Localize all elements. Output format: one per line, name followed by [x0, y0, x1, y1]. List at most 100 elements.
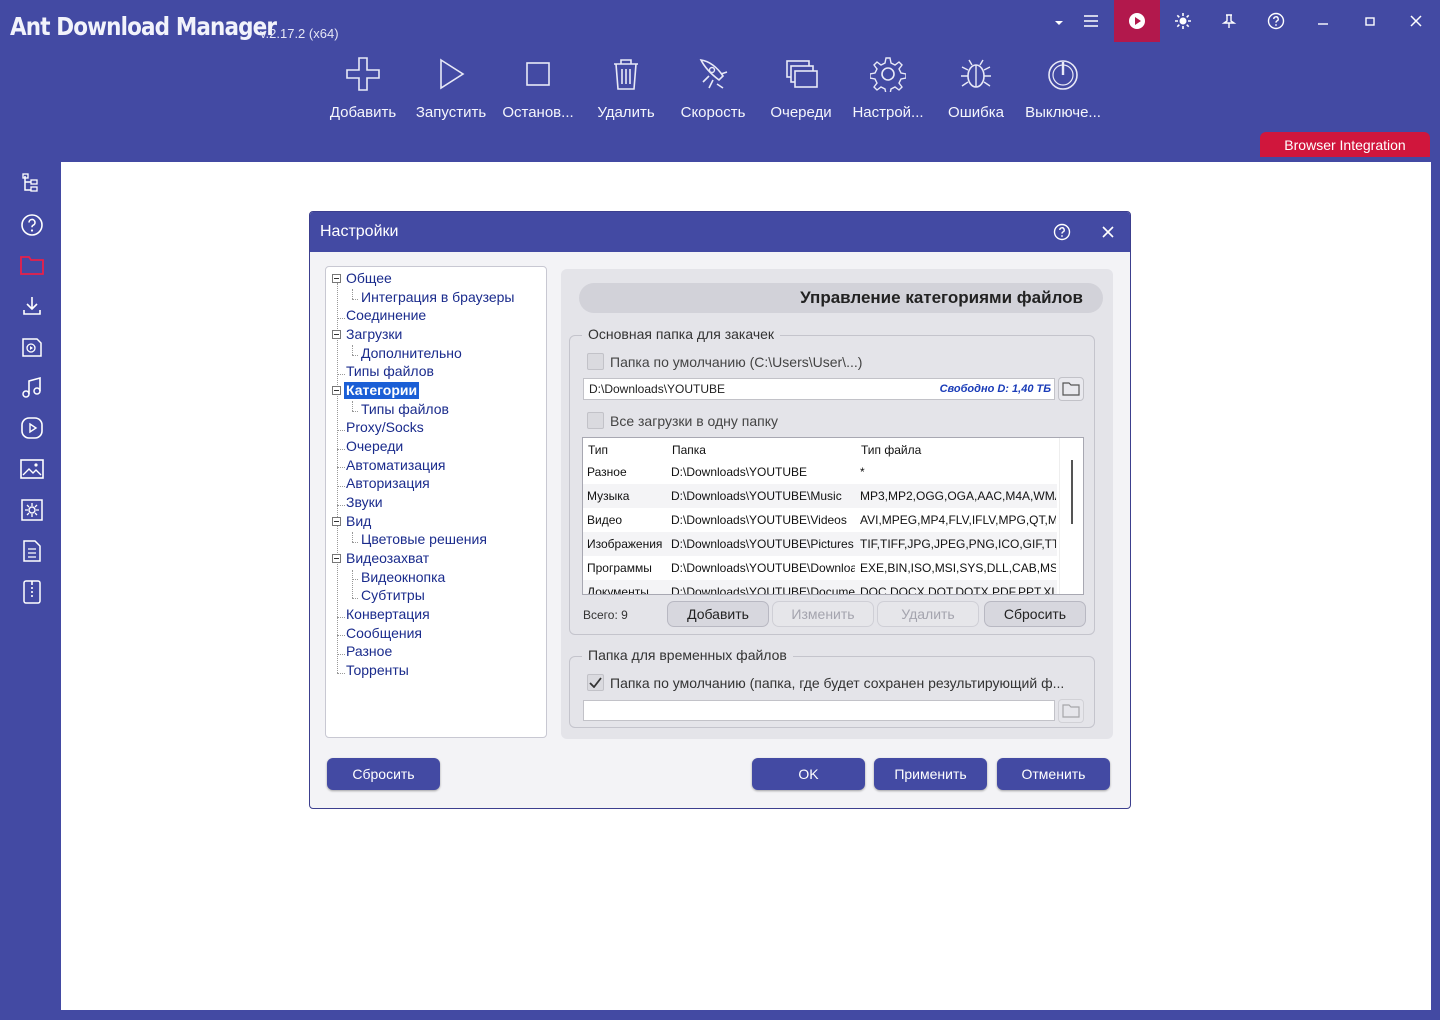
tree-collapse-toggle[interactable] [332, 554, 341, 563]
toolbar-queues-button[interactable]: Очереди [756, 56, 846, 121]
settings-dialog: Настройки Общее Интеграция в браузеры Со… [309, 211, 1131, 809]
tree-item-downloads[interactable]: Загрузки [346, 326, 402, 343]
tree-item-category-file-types[interactable]: Типы файлов [361, 401, 449, 418]
tree-item-video-button[interactable]: Видеокнопка [361, 569, 445, 586]
app-version: v.2.17.2 (x64) [260, 26, 339, 41]
dialog-reset-button[interactable]: Сбросить [327, 758, 440, 790]
tree-item-general[interactable]: Общее [346, 270, 392, 287]
table-row[interactable]: Видео D:\Downloads\YOUTUBE\Videos AVI,MP… [583, 508, 1057, 532]
total-count: Всего: 9 [583, 608, 628, 622]
table-row[interactable]: Изображения D:\Downloads\YOUTUBE\Picture… [583, 532, 1057, 556]
column-header-folder[interactable]: Папка [672, 438, 852, 462]
minimize-icon[interactable] [1300, 0, 1346, 42]
table-row[interactable]: Документы D:\Downloads\YOUTUBE\Documer D… [583, 580, 1057, 595]
scrollbar-thumb[interactable] [1071, 460, 1073, 524]
table-row[interactable]: Программы D:\Downloads\YOUTUBE\Downloa E… [583, 556, 1057, 580]
settings-box-icon[interactable] [18, 496, 46, 524]
tree-item-categories[interactable]: Категории [344, 382, 420, 399]
column-header-file-type[interactable]: Тип файла [861, 438, 1051, 462]
tree-item-advanced[interactable]: Дополнительно [361, 345, 462, 362]
hamburger-menu-icon[interactable] [1068, 0, 1114, 42]
dialog-help-icon[interactable] [1051, 221, 1073, 243]
row-type: Музыка [587, 489, 630, 503]
toolbar-start-button[interactable]: Запустить [406, 56, 496, 121]
delete-category-button[interactable]: Удалить [877, 601, 979, 627]
toolbar-add-button[interactable]: Добавить [318, 56, 408, 121]
tree-item-messages[interactable]: Сообщения [346, 625, 422, 642]
all-in-one-folder-checkbox[interactable]: Все загрузки в одну папку [587, 412, 778, 429]
table-row[interactable]: Разное D:\Downloads\YOUTUBE * [583, 460, 1057, 484]
help-icon[interactable] [1253, 0, 1299, 42]
music-icon[interactable] [18, 374, 46, 402]
toolbar-error-button[interactable]: Ошибка [931, 56, 1021, 121]
tree-collapse-toggle[interactable] [332, 517, 341, 526]
checkbox-label: Все загрузки в одну папку [610, 412, 779, 429]
tree-collapse-toggle[interactable] [332, 330, 341, 339]
help-circle-icon[interactable] [18, 211, 46, 239]
reset-categories-button[interactable]: Сбросить [984, 601, 1086, 627]
temp-path-field[interactable] [583, 700, 1055, 721]
file-video-icon[interactable] [18, 333, 46, 361]
toolbar-shutdown-button[interactable]: Выключе... [1018, 56, 1108, 121]
download-path-field[interactable]: D:\Downloads\YOUTUBE Свободно D: 1,40 ТБ [583, 378, 1055, 400]
row-file-type: MP3,MP2,OGG,OGA,AAC,M4A,WMA [860, 489, 1056, 503]
trash-icon [614, 59, 638, 90]
edit-category-button[interactable]: Изменить [772, 601, 874, 627]
toolbar-speed-button[interactable]: Скорость [668, 56, 758, 121]
theme-sun-icon[interactable] [1160, 0, 1206, 42]
table-scrollbar[interactable] [1059, 438, 1083, 594]
tree-item-view[interactable]: Вид [346, 513, 371, 530]
tree-view-icon[interactable] [18, 170, 46, 198]
dialog-cancel-button[interactable]: Отменить [997, 758, 1110, 790]
folder-icon[interactable] [18, 251, 46, 279]
tree-item-video-capture[interactable]: Видеозахват [346, 550, 429, 567]
browse-folder-button[interactable] [1058, 377, 1084, 401]
tree-item-automation[interactable]: Автоматизация [346, 457, 445, 474]
app-title: Ant Download Manager [10, 12, 277, 41]
toolbar-stop-button[interactable]: Останов... [493, 56, 583, 121]
row-folder: D:\Downloads\YOUTUBE\Pictures [671, 537, 854, 551]
row-type: Видео [587, 513, 623, 527]
document-icon[interactable] [18, 537, 46, 565]
close-icon[interactable] [1393, 0, 1439, 42]
table-row[interactable]: Музыка D:\Downloads\YOUTUBE\Music MP3,MP… [583, 484, 1057, 508]
archive-icon[interactable] [18, 578, 46, 606]
tree-item-conversion[interactable]: Конвертация [346, 606, 430, 623]
default-folder-checkbox[interactable]: Папка по умолчанию (C:\Users\User\...) [587, 353, 862, 370]
tree-item-file-types[interactable]: Типы файлов [346, 363, 434, 380]
column-header-type[interactable]: Тип [588, 438, 668, 462]
tree-item-connection[interactable]: Соединение [346, 307, 426, 324]
toolbar-settings-button[interactable]: Настрой... [843, 56, 933, 121]
tree-collapse-toggle[interactable] [332, 274, 341, 283]
tree-item-authorization[interactable]: Авторизация [346, 475, 430, 492]
pin-icon[interactable] [1206, 0, 1252, 42]
dialog-close-icon[interactable] [1097, 221, 1119, 243]
toolbar-delete-button[interactable]: Удалить [581, 56, 671, 121]
tree-item-misc[interactable]: Разное [346, 643, 392, 660]
tree-item-browser-integration[interactable]: Интеграция в браузеры [361, 289, 514, 306]
browser-integration-button[interactable]: Browser Integration [1260, 132, 1430, 157]
tree-item-proxy[interactable]: Proxy/Socks [346, 419, 424, 436]
tree-item-queues[interactable]: Очереди [346, 438, 403, 455]
record-play-icon[interactable] [1114, 0, 1160, 42]
dialog-ok-button[interactable]: OK [752, 758, 865, 790]
add-category-button[interactable]: Добавить [667, 601, 769, 627]
row-folder: D:\Downloads\YOUTUBE\Music [671, 489, 842, 503]
maximize-icon[interactable] [1347, 0, 1393, 42]
tree-collapse-toggle[interactable] [332, 386, 341, 395]
play-circle-icon[interactable] [18, 414, 46, 442]
tree-item-torrents[interactable]: Торренты [346, 662, 409, 679]
dialog-apply-button[interactable]: Применить [874, 758, 987, 790]
toolbar-label: Настрой... [852, 104, 924, 121]
row-type: Документы [587, 585, 649, 595]
tree-item-color-schemes[interactable]: Цветовые решения [361, 531, 487, 548]
checkbox-label: Папка по умолчанию (C:\Users\User\...) [610, 353, 863, 370]
tree-item-subtitles[interactable]: Субтитры [361, 587, 425, 604]
download-icon[interactable] [18, 292, 46, 320]
tree-item-sounds[interactable]: Звуки [346, 494, 383, 511]
browse-temp-folder-button[interactable] [1058, 699, 1084, 723]
temp-default-folder-checkbox[interactable]: Папка по умолчанию (папка, где будет сох… [587, 674, 1064, 691]
image-icon[interactable] [18, 455, 46, 483]
categories-table[interactable]: Тип Папка Тип файла Разное D:\Downloads\… [582, 437, 1084, 595]
row-file-type: AVI,MPEG,MP4,FLV,IFLV,MPG,QT,MO [860, 513, 1056, 527]
